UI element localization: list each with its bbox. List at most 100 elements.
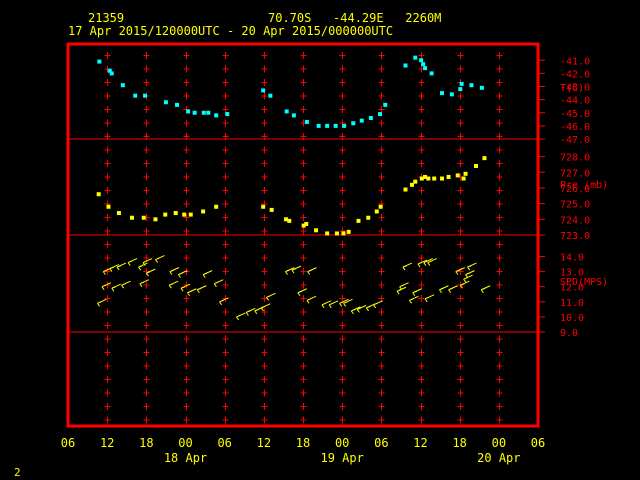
pressure-point: [116, 211, 121, 216]
temperature-point: [440, 91, 445, 96]
temperature-point: [378, 112, 383, 117]
pressure-point: [334, 231, 339, 236]
wind-barb: [111, 283, 121, 292]
wind-barb: [467, 262, 477, 271]
temperature-point: [458, 87, 463, 92]
wind-barb: [459, 280, 470, 289]
wind-barb: [448, 285, 458, 294]
wind-barb: [417, 259, 428, 268]
temperature-point: [186, 109, 191, 114]
y-tick-label: -47.0: [560, 135, 590, 146]
temperature-point: [143, 93, 148, 98]
x-tick-label: 06: [531, 436, 545, 450]
pressure-point: [366, 215, 371, 220]
x-tick-label: 12: [257, 436, 271, 450]
wind-barb: [168, 280, 179, 289]
wind-barb: [328, 300, 339, 309]
wind-barb: [236, 312, 246, 321]
pressure-point: [413, 179, 418, 184]
chart: -41.0-42.0-43.0-44.0-45.0-46.0-47.0728.0…: [61, 42, 608, 465]
temperature-point: [97, 59, 102, 64]
temperature-point: [403, 63, 408, 68]
wind-barb: [260, 303, 271, 312]
temperature-point: [368, 116, 373, 120]
pressure-point: [261, 204, 266, 209]
wind-barb: [480, 285, 491, 294]
wind-barb: [145, 268, 156, 277]
pressure-point: [269, 207, 274, 212]
x-tick-label: 12: [100, 436, 114, 450]
wind-barb: [177, 270, 188, 278]
temperature-point: [333, 123, 338, 128]
pressure-point: [173, 211, 178, 216]
temperature-point: [109, 71, 114, 76]
pressure-point: [482, 156, 487, 161]
temperature-point: [325, 123, 330, 128]
y-tick-label: -46.0: [560, 122, 590, 133]
temperature-point: [268, 93, 273, 98]
wind-barb: [297, 288, 307, 297]
temperature-point: [261, 88, 266, 93]
pressure-point: [214, 204, 219, 209]
pressure-point: [446, 174, 451, 179]
pressure-point: [304, 222, 309, 227]
y-tick-label: 11.0: [560, 298, 584, 309]
pressure-point: [141, 215, 146, 220]
x-tick-label: 06: [61, 436, 75, 450]
pressure-point: [432, 176, 437, 181]
temperature-point: [291, 113, 296, 118]
x-tick-label: 18: [139, 436, 153, 450]
y-tick-label: 724.0: [560, 215, 590, 226]
wind-barb: [266, 292, 276, 301]
y-tick-label: 727.0: [560, 168, 590, 179]
wind-barb: [343, 298, 353, 307]
wind-barb: [291, 265, 302, 274]
date-label: 19 Apr: [320, 451, 363, 465]
wind-barb: [427, 258, 437, 266]
temperature-point: [429, 71, 434, 76]
temperature-point: [175, 102, 180, 107]
temperature-point: [316, 123, 321, 128]
wind-barb: [307, 267, 317, 275]
pressure-label: Pre (mb): [560, 180, 608, 191]
y-tick-label: 728.0: [560, 153, 590, 164]
wind-barb: [213, 279, 224, 287]
wind-barb: [350, 306, 361, 315]
wind-barb: [412, 288, 422, 297]
pressure-point: [426, 176, 431, 181]
pressure-point: [440, 176, 445, 181]
temperature-point: [419, 58, 424, 63]
temperature-point: [421, 62, 426, 67]
wind-barb: [245, 307, 256, 316]
wind_speed-label: SPD(MPS): [560, 277, 608, 288]
x-tick-label: 00: [492, 436, 506, 450]
pressure-point: [163, 212, 168, 217]
temperature-point: [163, 100, 168, 105]
y-tick-label: 10.0: [560, 313, 584, 324]
pressure-point: [341, 231, 346, 236]
pressure-point: [201, 209, 206, 214]
y-tick-label: 14.0: [560, 253, 584, 264]
temperature-point: [413, 55, 418, 60]
y-tick-label: 9.0: [560, 328, 578, 339]
pressure-point: [314, 228, 319, 233]
temperature-point: [284, 109, 289, 114]
temperature-point: [342, 123, 347, 128]
wind-barb: [96, 298, 107, 307]
temperature-point: [459, 81, 464, 86]
pressure-point: [346, 229, 351, 234]
wind-barb: [127, 258, 138, 266]
wind-barb: [169, 267, 180, 275]
pressure-point: [153, 217, 158, 222]
temperature-point: [120, 83, 125, 88]
date-label: 20 Apr: [477, 451, 520, 465]
wind-barb: [196, 285, 207, 294]
pressure-point: [129, 215, 134, 220]
y-tick-label: 723.0: [560, 231, 590, 242]
temperature-point: [469, 83, 474, 88]
pressure-point: [455, 173, 460, 178]
x-tick-label: 00: [178, 436, 192, 450]
pressure-point: [325, 231, 330, 236]
wind-barb: [408, 295, 419, 304]
x-tick-label: 00: [335, 436, 349, 450]
